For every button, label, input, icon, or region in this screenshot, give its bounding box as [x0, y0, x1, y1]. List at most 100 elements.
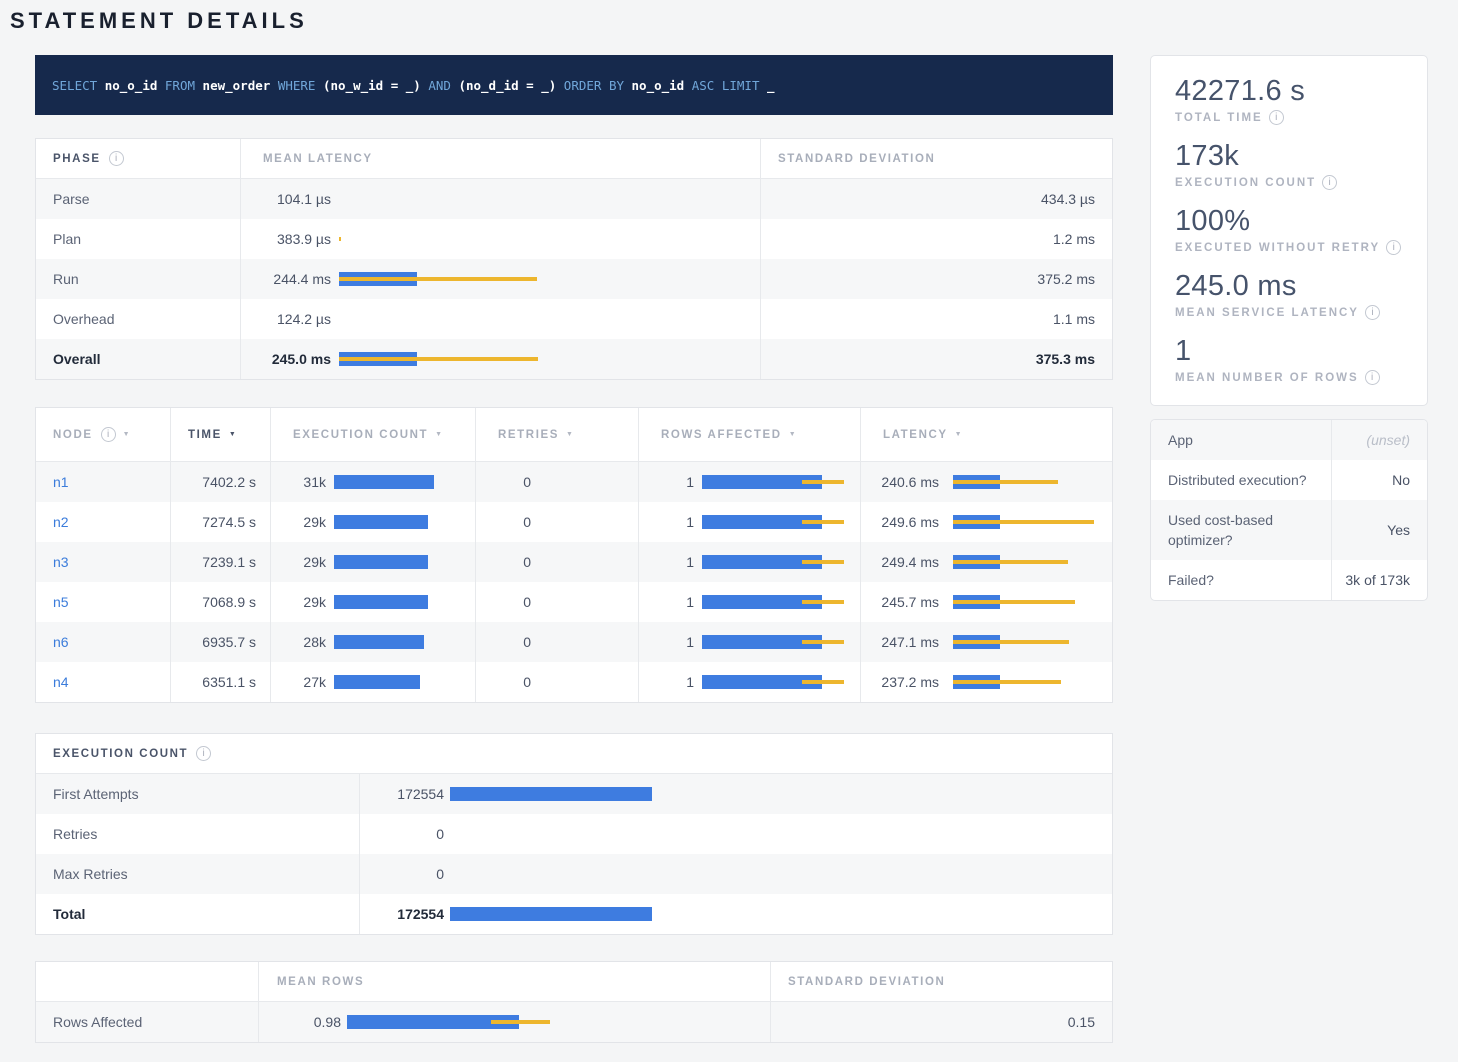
phase-column-header: PHASE	[53, 153, 101, 165]
sort-desc-icon: ▼	[229, 431, 236, 438]
time-value: 7402.2 s	[202, 474, 256, 490]
retries-value: 0	[476, 554, 531, 570]
std-dev-value: 375.2 ms	[1037, 271, 1095, 287]
table-row: n3 7239.1 s 29k 0 1 249.4 ms	[36, 542, 1112, 582]
mean-latency-value: 124.2 µs	[241, 311, 331, 327]
rows-affected-bar	[702, 635, 852, 649]
latency-value: 245.7 ms	[861, 594, 939, 610]
latency-bar	[339, 232, 549, 246]
time-value: 6351.1 s	[202, 674, 256, 690]
exec-count-value: 29k	[271, 554, 326, 570]
table-row: Parse 104.1 µs 434.3 µs	[36, 179, 1112, 219]
table-row: Rows Affected 0.98 0.15	[36, 1002, 1112, 1042]
table-row: n5 7068.9 s 29k 0 1 245.7 ms	[36, 582, 1112, 622]
sort-desc-icon: ▼	[566, 431, 573, 438]
exec-row-label: Max Retries	[53, 866, 128, 882]
node-stats-table: NODE i ▼ TIME ▼ EXECUTION COUNT ▼ RETRIE…	[35, 407, 1113, 703]
node-link[interactable]: n6	[53, 634, 69, 650]
rows-affected-value: 1	[639, 674, 694, 690]
table-row: Run 244.4 ms 375.2 ms	[36, 259, 1112, 299]
rows-affected-bar	[702, 475, 852, 489]
retries-column-header[interactable]: RETRIES ▼	[476, 408, 639, 461]
exec-count-bar	[334, 635, 474, 649]
rows-affected-table: MEAN ROWS STANDARD DEVIATION Rows Affect…	[35, 961, 1113, 1043]
retries-value: 0	[476, 514, 531, 530]
attribute-label: Failed?	[1151, 560, 1332, 600]
phase-label: Overhead	[53, 311, 114, 327]
sql-token: ASC LIMIT	[692, 78, 767, 93]
exec-row-label: Retries	[53, 826, 97, 842]
mean-latency-value: 104.1 µs	[241, 191, 331, 207]
standard-deviation-column-header: STANDARD DEVIATION	[788, 976, 945, 988]
info-icon[interactable]: i	[1322, 175, 1337, 190]
latency-value: 249.6 ms	[861, 514, 939, 530]
time-column-header[interactable]: TIME ▼	[171, 408, 271, 461]
table-row: n4 6351.1 s 27k 0 1 237.2 ms	[36, 662, 1112, 702]
exec-row-value: 0	[360, 826, 444, 842]
retries-value: 0	[476, 634, 531, 650]
info-icon[interactable]: i	[1365, 305, 1380, 320]
summary-stats-card: 42271.6 s TOTAL TIMEi 173k EXECUTION COU…	[1150, 55, 1428, 406]
standard-deviation-column-header: STANDARD DEVIATION	[778, 153, 935, 165]
attribute-label: Used cost-based optimizer?	[1151, 500, 1332, 560]
phase-label: Parse	[53, 191, 90, 207]
exec-count-value: 28k	[271, 634, 326, 650]
node-link[interactable]: n2	[53, 514, 69, 530]
rows-affected-column-header[interactable]: ROWS AFFECTED ▼	[639, 408, 861, 461]
retries-value: 0	[476, 594, 531, 610]
attribute-label: App	[1151, 420, 1332, 460]
info-icon[interactable]: i	[109, 151, 124, 166]
attribute-value: 3k of 173k	[1332, 560, 1427, 600]
rows-affected-bar	[702, 595, 852, 609]
exec-row-value: 0	[360, 866, 444, 882]
stat-executed-without-retry: 100% EXECUTED WITHOUT RETRYi	[1175, 204, 1403, 255]
exec-row-label: Total	[53, 906, 85, 922]
latency-value: 247.1 ms	[861, 634, 939, 650]
rows-affected-header: MEAN ROWS STANDARD DEVIATION	[36, 962, 1112, 1002]
latency-value: 240.6 ms	[861, 474, 939, 490]
phase-table-header: PHASE i MEAN LATENCY STANDARD DEVIATION	[36, 139, 1112, 179]
execution-count-column-header[interactable]: EXECUTION COUNT ▼	[271, 408, 476, 461]
latency-column-header[interactable]: LATENCY ▼	[861, 408, 1112, 461]
exec-count-value: 27k	[271, 674, 326, 690]
sql-token: SELECT	[52, 78, 105, 93]
node-link[interactable]: n5	[53, 594, 69, 610]
exec-row-value: 172554	[360, 906, 444, 922]
attribute-row-app: App (unset)	[1151, 420, 1427, 460]
stat-value: 1	[1175, 334, 1403, 368]
node-column-header[interactable]: NODE i ▼	[36, 408, 171, 461]
stat-mean-service-latency: 245.0 ms MEAN SERVICE LATENCYi	[1175, 269, 1403, 320]
info-icon[interactable]: i	[1269, 110, 1284, 125]
node-link[interactable]: n4	[53, 674, 69, 690]
time-value: 7239.1 s	[202, 554, 256, 570]
sql-token: no_o_id	[105, 78, 165, 93]
node-link[interactable]: n1	[53, 474, 69, 490]
stat-execution-count: 173k EXECUTION COUNTi	[1175, 139, 1403, 190]
time-value: 6935.7 s	[202, 634, 256, 650]
execution-count-section-header: EXECUTION COUNT i	[36, 734, 1112, 774]
stat-label: TOTAL TIME	[1175, 112, 1263, 124]
std-dev-value: 1.2 ms	[1053, 231, 1095, 247]
attribute-row-optimizer: Used cost-based optimizer? Yes	[1151, 500, 1427, 560]
std-dev-value: 375.3 ms	[1036, 351, 1095, 367]
latency-value: 237.2 ms	[861, 674, 939, 690]
table-row: Retries 0	[36, 814, 1112, 854]
exec-row-label: First Attempts	[53, 786, 139, 802]
stat-mean-number-of-rows: 1 MEAN NUMBER OF ROWSi	[1175, 334, 1403, 385]
rows-affected-value: 1	[639, 634, 694, 650]
info-icon[interactable]: i	[101, 427, 116, 442]
mean-rows-bar	[347, 1015, 557, 1029]
latency-bar	[953, 675, 1108, 689]
statement-attributes-card: App (unset) Distributed execution? No Us…	[1150, 419, 1428, 601]
mean-latency-column-header: MEAN LATENCY	[263, 153, 373, 165]
info-icon[interactable]: i	[1386, 240, 1401, 255]
exec-count-bar	[450, 907, 652, 921]
node-link[interactable]: n3	[53, 554, 69, 570]
page-title: STATEMENT DETAILS	[10, 8, 1428, 34]
info-icon[interactable]: i	[1365, 370, 1380, 385]
table-row: Max Retries 0	[36, 854, 1112, 894]
rows-affected-value: 1	[639, 554, 694, 570]
sql-token: ORDER BY	[564, 78, 632, 93]
info-icon[interactable]: i	[196, 746, 211, 761]
statement-details-page: STATEMENT DETAILS SELECT no_o_id FROM ne…	[0, 0, 1458, 1043]
